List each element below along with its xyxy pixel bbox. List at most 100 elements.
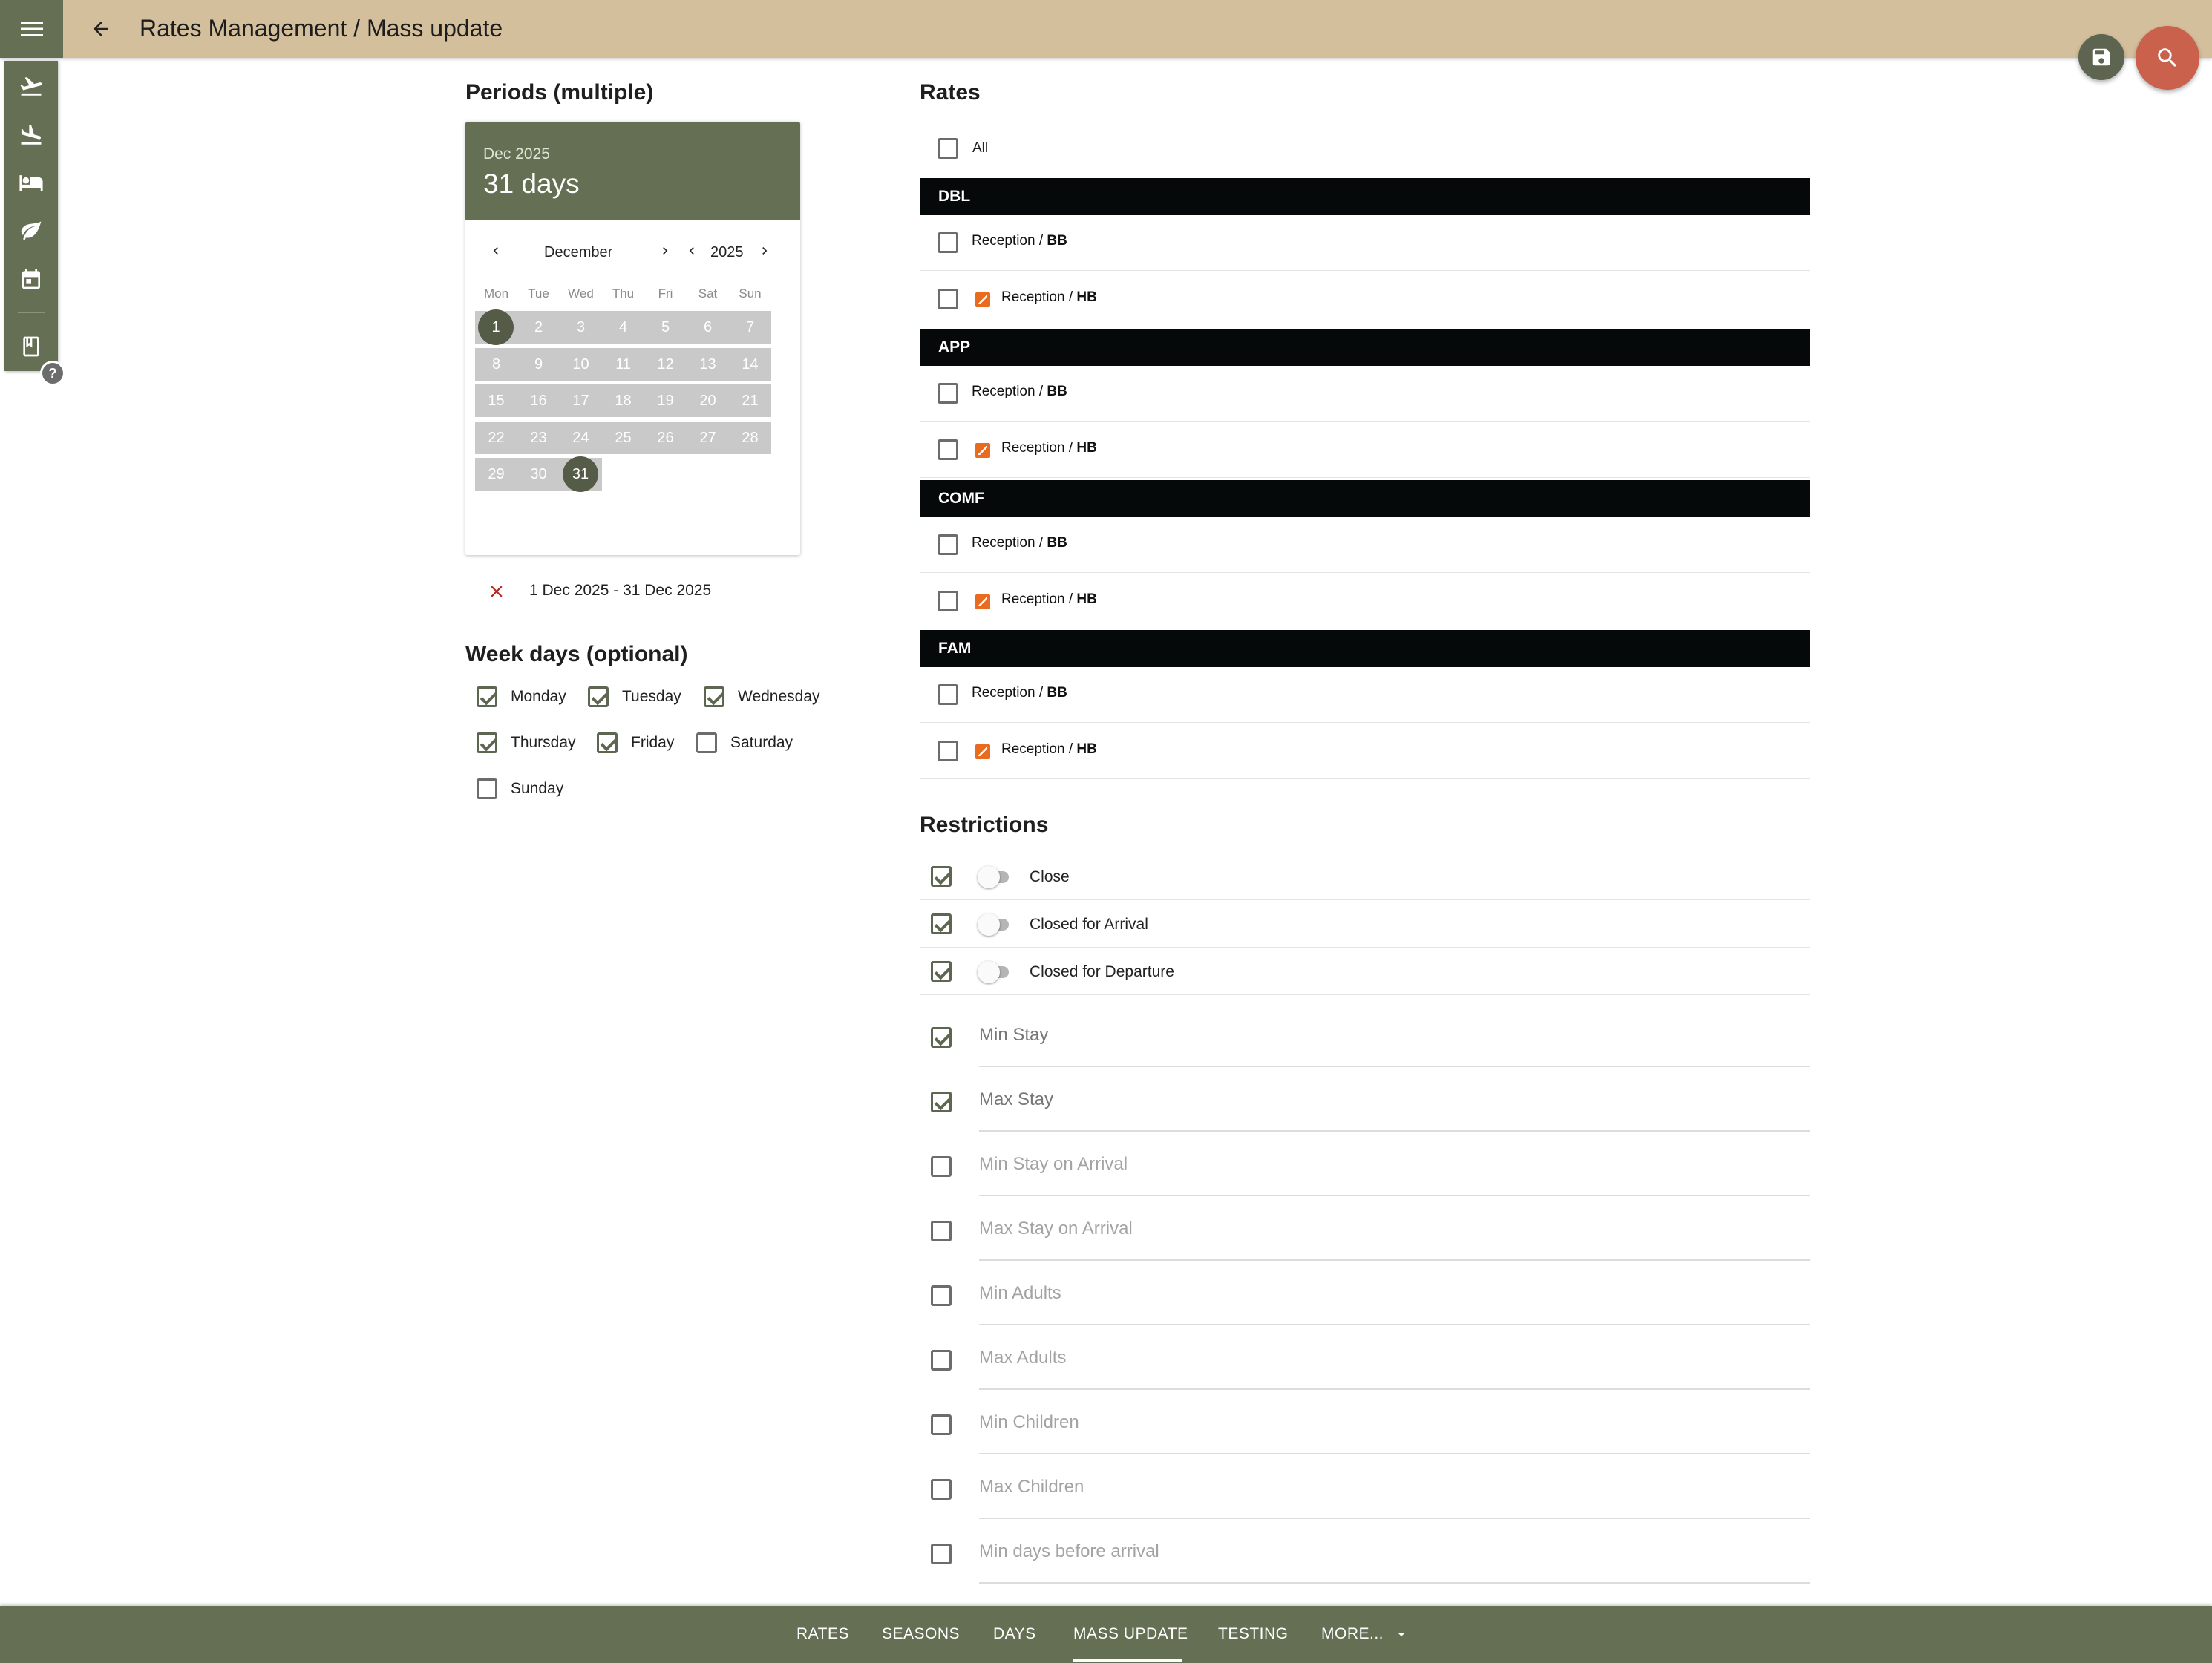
restriction-field-checkbox[interactable] [931, 1156, 952, 1177]
rate-row[interactable]: Reception / BB [920, 517, 1810, 573]
calendar-year[interactable]: 2025 [710, 244, 744, 261]
rate-row[interactable]: Reception / BB [920, 215, 1810, 271]
bookmark-book-icon[interactable] [16, 332, 46, 361]
search-button[interactable] [2136, 26, 2199, 90]
weekday-checkbox-friday[interactable] [597, 732, 618, 753]
derived-rate-icon [975, 292, 990, 307]
menu-button[interactable] [0, 0, 63, 58]
restriction-field-input[interactable]: Max Children [979, 1477, 1084, 1498]
restriction-field-checkbox[interactable] [931, 1221, 952, 1241]
calendar-day-range: 29 [475, 458, 517, 491]
flight-takeoff-icon[interactable] [16, 71, 46, 101]
periods-title: Periods (multiple) [465, 80, 654, 105]
rates-all-checkbox[interactable] [938, 138, 958, 159]
leaf-icon[interactable] [16, 215, 46, 245]
rate-row[interactable]: Reception / HB [920, 422, 1810, 478]
weekday-label: Saturday [730, 734, 793, 751]
rate-group-header: APP [920, 329, 1810, 366]
weekday-checkbox-thursday[interactable] [477, 732, 497, 753]
calendar-month[interactable]: December [544, 244, 612, 261]
restriction-field-checkbox[interactable] [931, 1027, 952, 1048]
next-month-button[interactable] [655, 241, 675, 260]
restriction-field-input[interactable]: Min Children [979, 1412, 1079, 1433]
restriction-toggle[interactable] [978, 866, 1000, 888]
restriction-field-checkbox[interactable] [931, 1350, 952, 1371]
restriction-checkbox[interactable] [931, 913, 952, 934]
restriction-label: Closed for Arrival [1030, 916, 1148, 933]
rate-row[interactable]: Reception / HB [920, 574, 1810, 629]
calendar-day-range: 20 [687, 384, 729, 417]
next-year-button[interactable] [755, 241, 774, 260]
rate-row[interactable]: Reception / HB [920, 724, 1810, 779]
flight-land-icon[interactable] [16, 120, 46, 150]
restriction-toggle[interactable] [978, 913, 1000, 936]
restriction-field-input[interactable]: Max Stay on Arrival [979, 1218, 1133, 1239]
calendar-day-selected[interactable]: 1 [478, 309, 514, 345]
calendar-day-range: 23 [517, 422, 560, 454]
rate-checkbox[interactable] [938, 741, 958, 761]
tab-more[interactable]: MORE... [1321, 1625, 1384, 1643]
rate-row[interactable]: Reception / BB [920, 667, 1810, 723]
restriction-field-input[interactable]: Min Stay on Arrival [979, 1154, 1128, 1175]
restriction-field-row: Max Adults [920, 1335, 1810, 1400]
restriction-field-checkbox[interactable] [931, 1479, 952, 1500]
tab-testing[interactable]: TESTING [1218, 1625, 1289, 1643]
weekday-checkbox-monday[interactable] [477, 686, 497, 707]
weekday-checkbox-sunday[interactable] [477, 778, 497, 799]
restriction-toggle[interactable] [978, 961, 1000, 983]
restriction-toggle-row: Closed for Arrival [920, 901, 1810, 948]
restriction-field-input[interactable]: Min days before arrival [979, 1541, 1159, 1562]
prev-month-button[interactable] [486, 241, 505, 260]
weekday-checkbox-tuesday[interactable] [588, 686, 609, 707]
dropdown-arrow-icon[interactable] [1393, 1625, 1410, 1643]
restriction-label: Closed for Departure [1030, 963, 1174, 980]
restriction-field-input[interactable]: Max Stay [979, 1089, 1053, 1110]
calendar-day-range: 28 [729, 422, 771, 454]
restriction-field-checkbox[interactable] [931, 1544, 952, 1564]
rate-checkbox[interactable] [938, 591, 958, 611]
weekday-checkbox-saturday[interactable] [696, 732, 717, 753]
prev-year-button[interactable] [682, 241, 701, 260]
rate-checkbox[interactable] [938, 289, 958, 309]
rate-checkbox[interactable] [938, 383, 958, 404]
restriction-field-input[interactable]: Max Adults [979, 1348, 1066, 1368]
restriction-field-checkbox[interactable] [931, 1285, 952, 1306]
rate-row[interactable]: Reception / HB [920, 272, 1810, 327]
hotel-bed-icon[interactable] [16, 168, 46, 197]
rate-checkbox[interactable] [938, 534, 958, 555]
restriction-checkbox[interactable] [931, 961, 952, 982]
weekday-label: Monday [511, 688, 566, 705]
restriction-field-checkbox[interactable] [931, 1414, 952, 1435]
weekday-header: Mon [483, 286, 509, 301]
tab-seasons[interactable]: SEASONS [882, 1625, 960, 1643]
help-badge-icon[interactable]: ? [40, 361, 65, 386]
tab-mass-update[interactable]: MASS UPDATE [1073, 1625, 1188, 1643]
left-nav-rail [4, 61, 58, 371]
remove-period-button[interactable] [484, 579, 509, 604]
calendar-icon[interactable] [16, 264, 46, 294]
calendar-day-range: 3 [560, 311, 602, 344]
rate-row[interactable]: Reception / BB [920, 366, 1810, 422]
back-button[interactable] [84, 13, 118, 45]
chevron-right-icon [663, 247, 668, 255]
search-icon [2158, 48, 2177, 68]
input-underline [979, 1582, 1810, 1584]
calendar-day-range: 17 [560, 384, 602, 417]
weekday-label: Friday [631, 734, 675, 751]
tab-days[interactable]: DAYS [993, 1625, 1036, 1643]
weekday-label: Thursday [511, 734, 576, 751]
restriction-field-input[interactable]: Min Adults [979, 1283, 1061, 1304]
save-button[interactable] [2078, 34, 2124, 80]
restriction-checkbox[interactable] [931, 866, 952, 887]
restriction-field-checkbox[interactable] [931, 1092, 952, 1112]
weekday-header: Fri [658, 286, 673, 301]
rate-checkbox[interactable] [938, 684, 958, 705]
restriction-field-input[interactable]: Min Stay [979, 1025, 1048, 1046]
tab-rates[interactable]: RATES [796, 1625, 849, 1643]
weekday-checkbox-wednesday[interactable] [704, 686, 724, 707]
rate-checkbox[interactable] [938, 439, 958, 460]
calendar-day-selected[interactable]: 31 [563, 456, 598, 492]
rate-board-code: HB [1076, 591, 1097, 607]
rate-checkbox[interactable] [938, 232, 958, 253]
calendar-day-range: 22 [475, 422, 517, 454]
